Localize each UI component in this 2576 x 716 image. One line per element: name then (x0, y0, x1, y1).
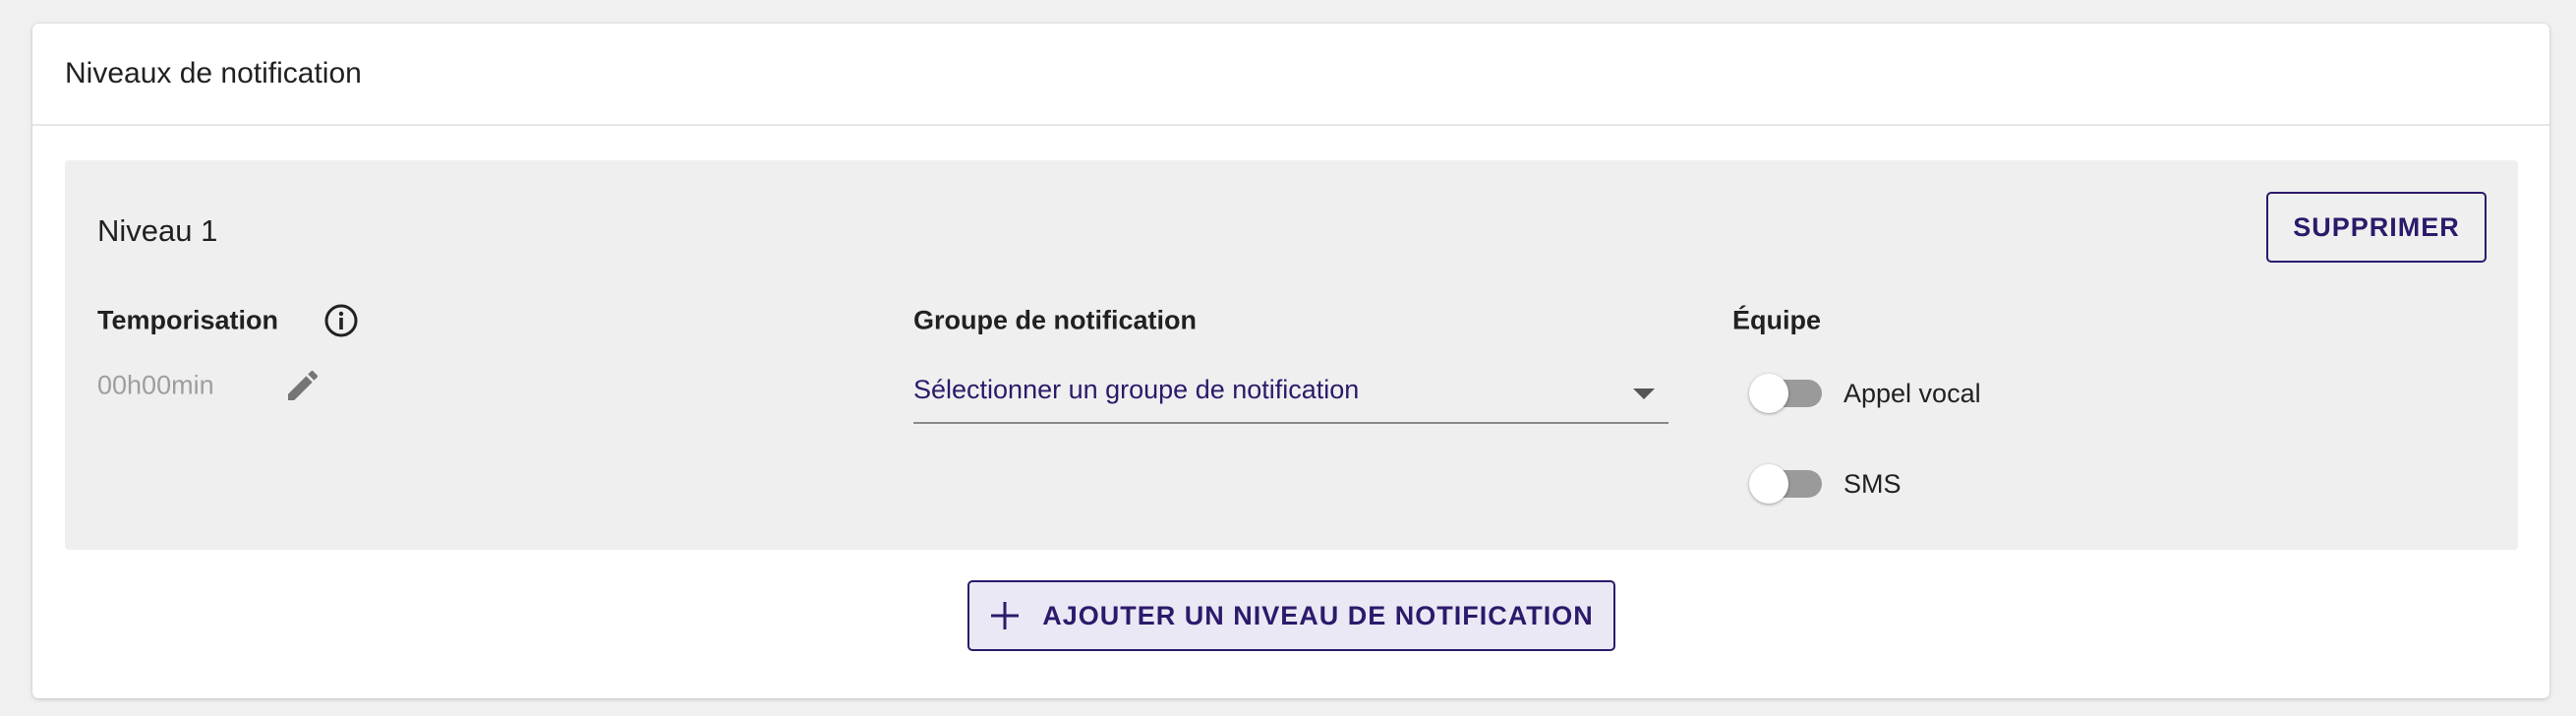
groupe-notification-label: Groupe de notification (913, 305, 1197, 335)
notification-levels-card: Niveaux de notification Niveau 1 SUPPRIM… (32, 24, 2549, 698)
add-notification-level-label: AJOUTER UN NIVEAU DE NOTIFICATION (1042, 600, 1594, 630)
temporisation-label: Temporisation (97, 305, 279, 335)
groupe-notification-select[interactable]: Sélectionner un groupe de notification (913, 365, 1669, 424)
delete-level-button[interactable]: SUPPRIMER (2266, 192, 2487, 263)
equipe-label: Équipe (1732, 305, 1822, 335)
card-title: Niveaux de notification (65, 57, 362, 90)
appel-vocal-label: Appel vocal (1844, 378, 1981, 408)
sms-switch[interactable] (1749, 464, 1822, 504)
edit-icon[interactable] (283, 366, 322, 405)
level-title: Niveau 1 (97, 213, 218, 248)
toggle-appel-vocal[interactable]: Appel vocal (1749, 374, 1981, 413)
info-icon[interactable] (323, 303, 359, 338)
toggle-sms[interactable]: SMS (1749, 464, 1902, 504)
sms-label: SMS (1844, 468, 1902, 499)
switch-knob (1749, 374, 1788, 413)
groupe-notification-placeholder: Sélectionner un groupe de notification (913, 375, 1360, 404)
add-notification-level-button[interactable]: AJOUTER UN NIVEAU DE NOTIFICATION (967, 580, 1615, 651)
level-panel: Niveau 1 SUPPRIMER Temporisation 00h00mi… (65, 160, 2518, 550)
card-header: Niveaux de notification (32, 24, 2549, 126)
appel-vocal-switch[interactable] (1749, 374, 1822, 413)
switch-knob (1749, 464, 1788, 504)
plus-icon (991, 602, 1020, 629)
chevron-down-icon (1633, 388, 1655, 399)
temporisation-value: 00h00min (97, 370, 214, 400)
